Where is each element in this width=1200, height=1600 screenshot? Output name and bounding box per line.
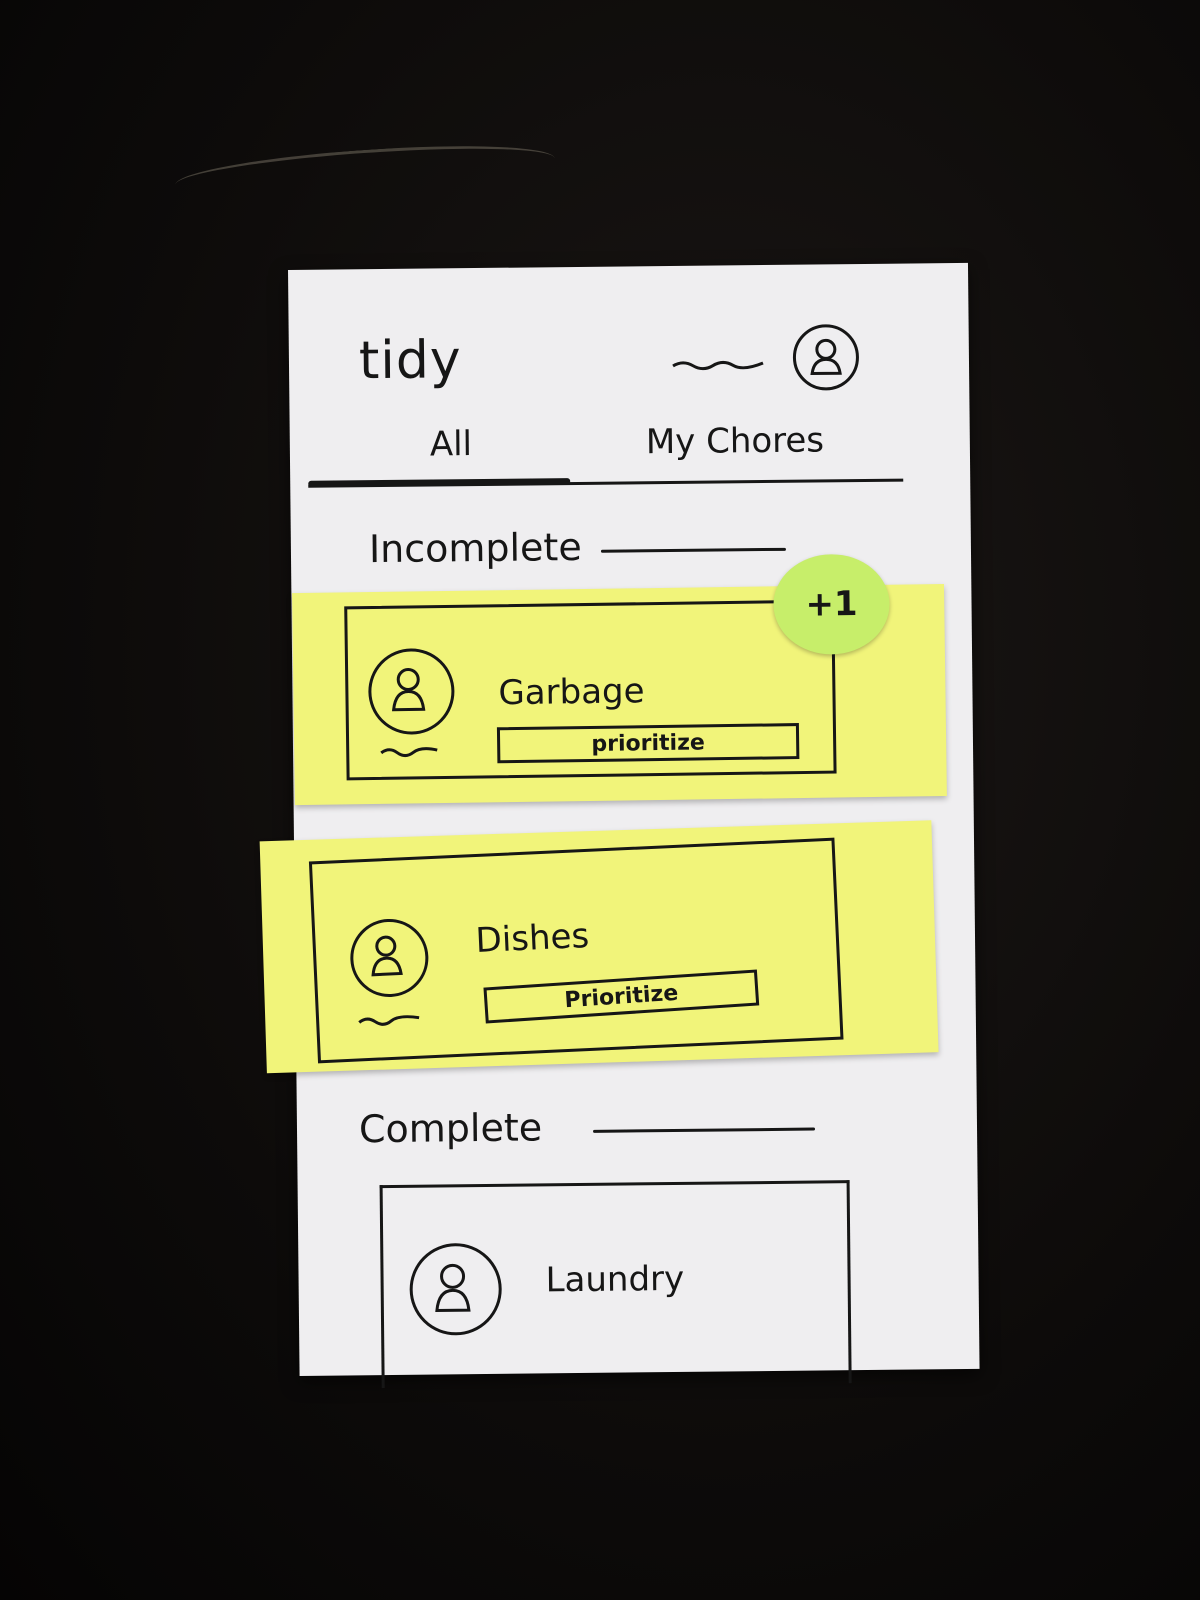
prioritize-button[interactable]: prioritize <box>496 723 800 764</box>
sticky-note-dishes: Dishes Prioritize <box>259 820 939 1074</box>
chore-card-dishes[interactable]: Dishes Prioritize <box>308 837 844 1064</box>
person-icon <box>371 935 403 977</box>
chore-card-laundry[interactable]: Laundry <box>379 1180 852 1389</box>
section-title-incomplete: Incomplete <box>368 524 582 572</box>
paper-phone-screen: tidy All My Chores Incomplete Garbage pr… <box>259 262 980 1389</box>
section-divider <box>600 547 786 553</box>
person-icon <box>810 338 842 376</box>
avatar <box>409 1242 503 1336</box>
person-icon <box>435 1263 471 1313</box>
prioritize-button[interactable]: Prioritize <box>483 969 760 1024</box>
placeholder-text-squiggle <box>358 1015 420 1026</box>
section-divider <box>593 1127 816 1133</box>
chore-name: Laundry <box>545 1258 685 1301</box>
avatar <box>367 647 455 736</box>
person-icon <box>391 668 426 712</box>
avatar <box>348 917 431 999</box>
placeholder-text-squiggle <box>380 747 438 758</box>
placeholder-text-squiggle <box>672 360 764 371</box>
app-title: tidy <box>358 330 462 392</box>
profile-button[interactable] <box>792 324 860 391</box>
chore-card-garbage[interactable]: Garbage prioritize <box>344 599 837 781</box>
desk-scratch <box>173 136 557 207</box>
section-title-complete: Complete <box>358 1105 543 1152</box>
tab-all[interactable]: All <box>430 424 473 464</box>
chore-name: Dishes <box>474 915 590 962</box>
tab-my-chores[interactable]: My Chores <box>646 420 825 462</box>
chore-name: Garbage <box>498 671 645 714</box>
